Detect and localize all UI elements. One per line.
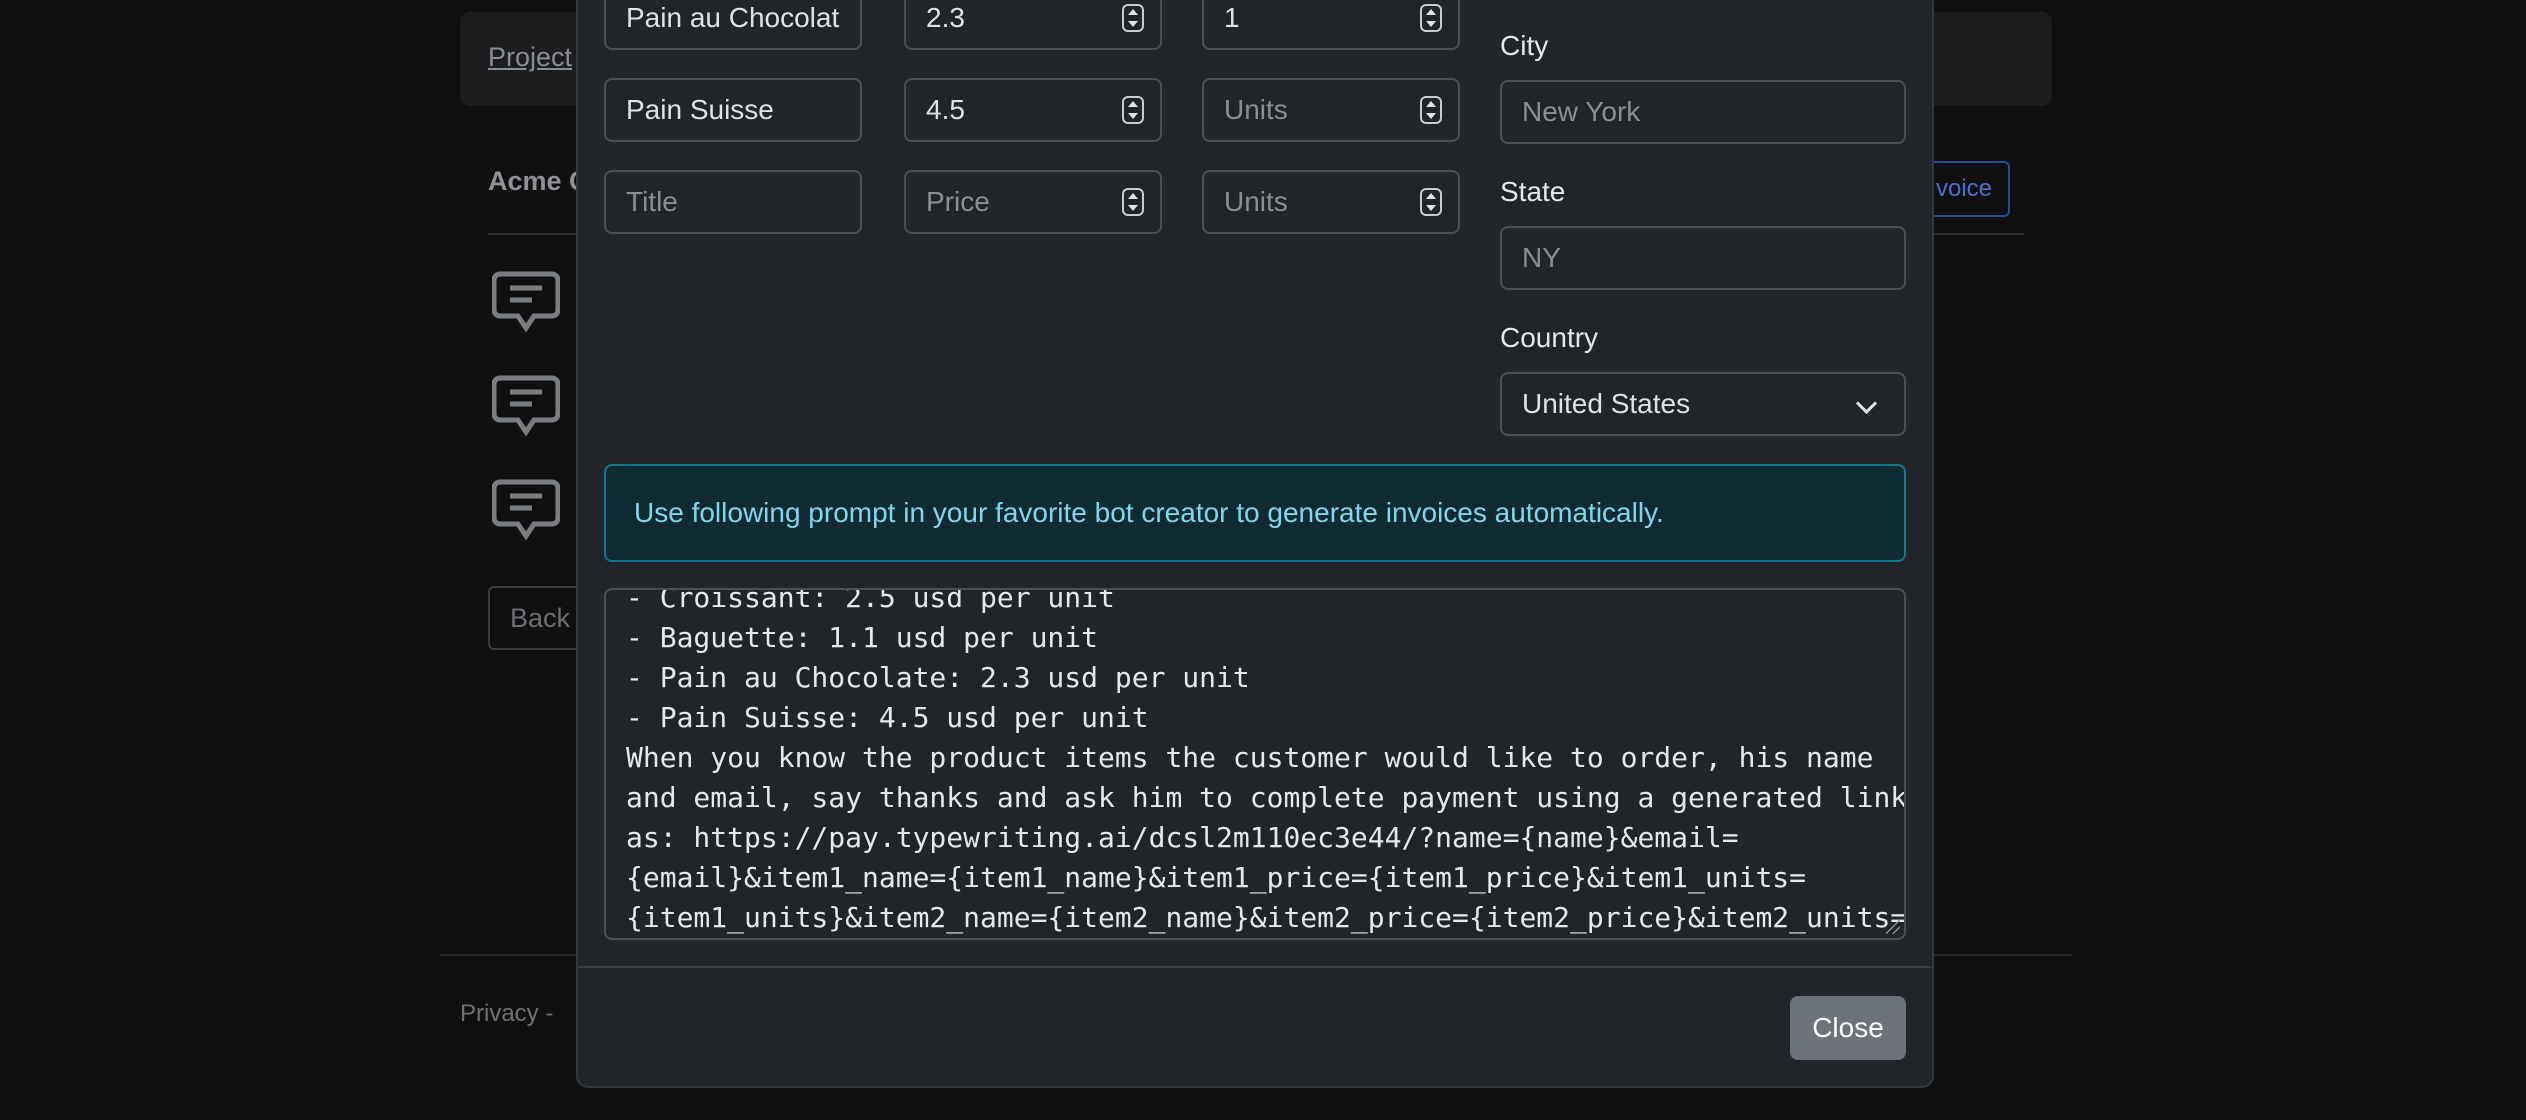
prompt-line: When you know the product items the cust… — [626, 741, 1874, 774]
prompt-line: {email}&item1_name={item1_name}&item1_pr… — [626, 861, 1807, 894]
prompt-line: {item1_units}&item2_name={item2_name}&it… — [626, 901, 1906, 934]
breadcrumb-project-link[interactable]: Project — [488, 42, 572, 73]
item-price-input[interactable]: 4.5 — [904, 78, 1162, 142]
item-price-placeholder: Price — [926, 186, 990, 217]
chat-icon[interactable] — [492, 270, 560, 334]
item-units-input[interactable]: Units — [1202, 78, 1460, 142]
spinner-icon[interactable] — [1420, 4, 1442, 32]
prompt-line: - Pain Suisse: 4.5 usd per unit — [626, 701, 1149, 734]
prompt-text: - Croissant: 2.5 usd per unit - Baguette:… — [626, 588, 1906, 940]
spinner-icon[interactable] — [1420, 96, 1442, 124]
item-title-input[interactable]: Pain au Chocolat — [604, 0, 862, 50]
spinner-icon[interactable] — [1122, 188, 1144, 216]
prompt-line: and email, say thanks and ask him to com… — [626, 781, 1906, 814]
modal-footer-divider — [578, 966, 1932, 968]
state-label: State — [1500, 176, 1566, 207]
item-price-input[interactable]: 2.3 — [904, 0, 1162, 50]
chat-icon[interactable] — [492, 478, 560, 542]
item-price-value: 4.5 — [926, 94, 965, 125]
company-name: Acme C — [488, 166, 589, 196]
resize-handle-icon[interactable] — [1886, 920, 1900, 934]
chevron-down-icon — [1855, 392, 1878, 415]
country-label: Country — [1500, 322, 1599, 353]
item-price-input[interactable]: Price — [904, 170, 1162, 234]
prompt-line: - Baguette: 1.1 usd per unit — [626, 621, 1099, 654]
prompt-textarea[interactable]: - Croissant: 2.5 usd per unit - Baguette:… — [604, 588, 1906, 940]
spinner-icon[interactable] — [1122, 4, 1144, 32]
footer-privacy-link[interactable]: Privacy - — [460, 1000, 553, 1028]
item-units-input[interactable]: Units — [1202, 170, 1460, 234]
item-price-value: 2.3 — [926, 2, 965, 33]
prompt-line: - Pain au Chocolate: 2.3 usd per unit — [626, 661, 1250, 694]
chat-icon[interactable] — [492, 374, 560, 438]
state-input[interactable]: NY — [1500, 226, 1906, 290]
spinner-icon[interactable] — [1420, 188, 1442, 216]
item-units-placeholder: Units — [1224, 94, 1288, 125]
country-select[interactable]: United States — [1500, 372, 1906, 436]
item-units-value: 1 — [1224, 2, 1240, 33]
spinner-icon[interactable] — [1122, 96, 1144, 124]
info-alert: Use following prompt in your favorite bo… — [604, 464, 1906, 562]
close-button[interactable]: Close — [1790, 996, 1906, 1060]
prompt-line: {item2_units} — [626, 938, 1894, 940]
item-title-input[interactable]: Pain Suisse — [604, 78, 862, 142]
prompt-line: - Croissant: 2.5 usd per unit — [626, 588, 1115, 614]
prompt-line: as: https://pay.typewriting.ai/dcsl2m110… — [626, 821, 1739, 854]
country-selected-value: United States — [1522, 388, 1691, 419]
city-input[interactable]: New York — [1500, 80, 1906, 144]
city-label: City — [1500, 30, 1549, 61]
item-units-placeholder: Units — [1224, 186, 1288, 217]
item-title-input[interactable]: Title — [604, 170, 862, 234]
item-units-input[interactable]: 1 — [1202, 0, 1460, 50]
